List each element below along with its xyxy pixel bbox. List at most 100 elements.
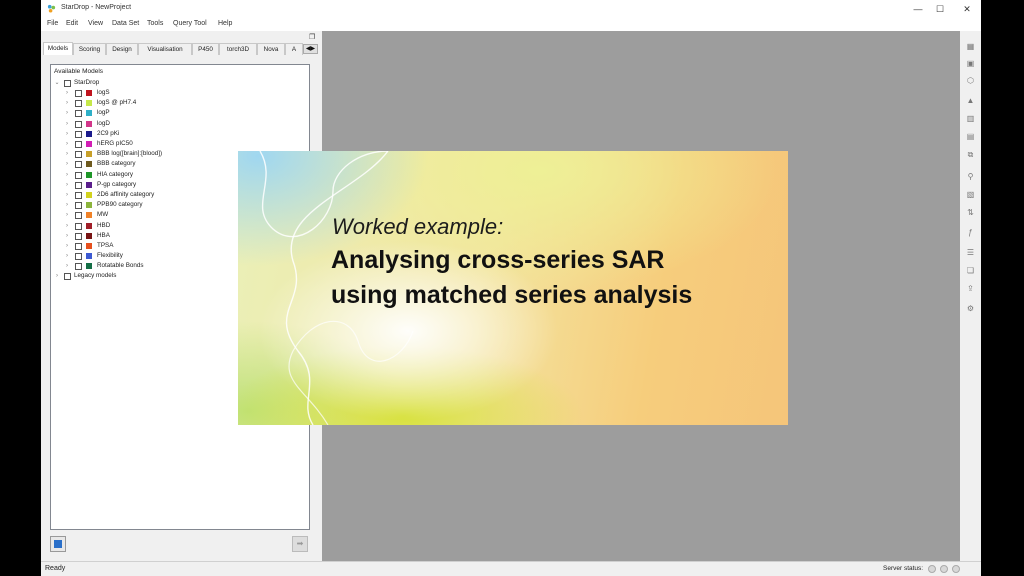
menu-file[interactable]: File (47, 20, 58, 27)
chart-icon[interactable]: ▲ (965, 95, 976, 106)
checkbox[interactable] (75, 212, 82, 220)
tab-models[interactable]: Models (43, 42, 73, 55)
checkbox[interactable] (75, 110, 82, 118)
tab-torch3d[interactable]: torch3D (219, 43, 257, 55)
tab-nova[interactable]: Nova (257, 43, 285, 55)
model-icon (54, 540, 62, 548)
settings-icon[interactable]: ⚙ (965, 303, 976, 314)
chevron-right-icon[interactable]: › (64, 88, 70, 98)
tree-item-label: logS (97, 89, 110, 96)
checkbox[interactable] (75, 263, 82, 271)
grid-view-icon[interactable]: ▦ (965, 41, 976, 52)
checkbox[interactable] (75, 243, 82, 250)
export-icon[interactable]: ⇪ (965, 283, 976, 294)
close-button[interactable]: ✕ (960, 3, 974, 15)
menu-bar: File Edit View Data Set Tools Query Tool… (41, 18, 981, 31)
chevron-right-icon[interactable]: › (64, 200, 70, 210)
model-color-swatch (86, 212, 92, 219)
chevron-right-icon[interactable]: › (64, 98, 70, 108)
function-icon[interactable]: ƒ (965, 227, 976, 238)
menu-edit[interactable]: Edit (66, 20, 78, 27)
tree-item-label: logD (97, 119, 110, 127)
tree-item-label: HBD (97, 221, 111, 229)
tree-item-label: PPB90 category (97, 201, 143, 209)
tree-item-label: P-gp category (97, 180, 137, 188)
model-color-swatch (86, 120, 92, 127)
table-icon[interactable]: ▤ (965, 131, 976, 142)
checkbox[interactable] (64, 80, 71, 87)
checkbox[interactable] (75, 171, 82, 179)
menu-view[interactable]: View (88, 20, 103, 27)
window-title: StarDrop - NewProject (61, 4, 132, 11)
checkbox[interactable] (75, 253, 82, 261)
tree-item-label: Flexibility (97, 252, 123, 260)
chevron-right-icon[interactable]: › (64, 119, 70, 129)
menu-query-tool[interactable]: Query Tool (173, 20, 207, 27)
chevron-right-icon[interactable]: › (64, 261, 70, 271)
search-icon[interactable]: ⚲ (965, 171, 976, 182)
undock-icon[interactable]: ❐ (309, 33, 315, 41)
copy-icon[interactable]: ❏ (965, 265, 976, 276)
chevron-right-icon[interactable]: › (64, 221, 70, 231)
tab-design[interactable]: Design (106, 43, 138, 55)
checkbox[interactable] (75, 161, 82, 169)
tree-item-label: logS @ pH7.4 (97, 99, 137, 107)
chevron-right-icon[interactable]: › (64, 159, 70, 169)
checkbox[interactable] (64, 273, 71, 280)
document-icon[interactable]: ▧ (965, 189, 976, 200)
checkbox[interactable] (75, 100, 82, 108)
tab-scoring[interactable]: Scoring (73, 43, 106, 55)
checkbox[interactable] (75, 192, 82, 199)
model-color-swatch (86, 243, 92, 249)
checkbox[interactable] (75, 90, 82, 97)
model-color-swatch (86, 263, 92, 270)
chevron-right-icon[interactable]: › (64, 139, 70, 149)
tab-scroll-arrows-icon[interactable]: ◀▶ (303, 44, 318, 54)
checkbox[interactable] (75, 181, 82, 189)
chevron-right-icon[interactable]: › (64, 190, 70, 200)
model-color-swatch (86, 151, 92, 158)
columns-icon[interactable]: ▥ (965, 113, 976, 124)
checkbox[interactable] (75, 141, 82, 148)
checkbox[interactable] (75, 151, 82, 159)
chevron-right-icon[interactable]: › (64, 251, 70, 261)
tab-p450[interactable]: P450 (192, 43, 219, 55)
chevron-right-icon[interactable]: › (64, 241, 70, 251)
list-icon[interactable]: ☰ (965, 247, 976, 258)
checkbox[interactable] (75, 120, 82, 128)
chevron-right-icon[interactable]: › (64, 170, 70, 180)
checkbox[interactable] (75, 222, 82, 230)
sort-icon[interactable]: ⇅ (965, 207, 976, 218)
filter-icon[interactable]: ⧉ (965, 149, 976, 160)
checkbox[interactable] (75, 130, 82, 138)
maximize-button[interactable]: ☐ (933, 3, 947, 15)
structure-icon[interactable]: ⬡ (965, 75, 976, 86)
apply-model-button[interactable]: ➡ (292, 536, 308, 552)
chevron-right-icon[interactable]: › (64, 231, 70, 241)
checkbox[interactable] (75, 202, 82, 210)
menu-tools[interactable]: Tools (147, 20, 163, 27)
tab-visualisation[interactable]: Visualisation (138, 43, 192, 55)
right-toolbar: ▦ ▣ ⬡ ▲ ▥ ▤ ⧉ ⚲ ▧ ⇅ ƒ ☰ ❏ ⇪ ⚙ (960, 31, 981, 561)
menu-data-set[interactable]: Data Set (112, 20, 139, 27)
tree-item-label: BBB category (97, 160, 136, 168)
chevron-right-icon[interactable]: › (64, 210, 70, 220)
tree-item-label: BBB log([brain]:[blood]) (97, 150, 163, 158)
chevron-right-icon[interactable]: › (64, 129, 70, 139)
chevron-right-icon[interactable]: › (64, 149, 70, 159)
chevron-right-icon[interactable]: › (64, 108, 70, 118)
model-builder-button[interactable] (50, 536, 66, 552)
card-view-icon[interactable]: ▣ (965, 58, 976, 69)
chevron-down-icon[interactable]: ⌄ (54, 78, 60, 88)
checkbox[interactable] (75, 232, 82, 240)
model-color-swatch (86, 202, 92, 209)
title-bar: StarDrop - NewProject — ☐ ✕ (41, 0, 981, 18)
chevron-right-icon[interactable]: › (54, 271, 60, 281)
tree-item-label: StarDrop (74, 79, 100, 86)
chevron-right-icon[interactable]: › (64, 180, 70, 190)
banner-title-line2: using matched series analysis (331, 281, 693, 309)
tab-overflow[interactable]: A (285, 43, 303, 55)
menu-help[interactable]: Help (218, 20, 232, 27)
minimize-button[interactable]: — (911, 3, 925, 15)
model-color-swatch (86, 181, 92, 188)
